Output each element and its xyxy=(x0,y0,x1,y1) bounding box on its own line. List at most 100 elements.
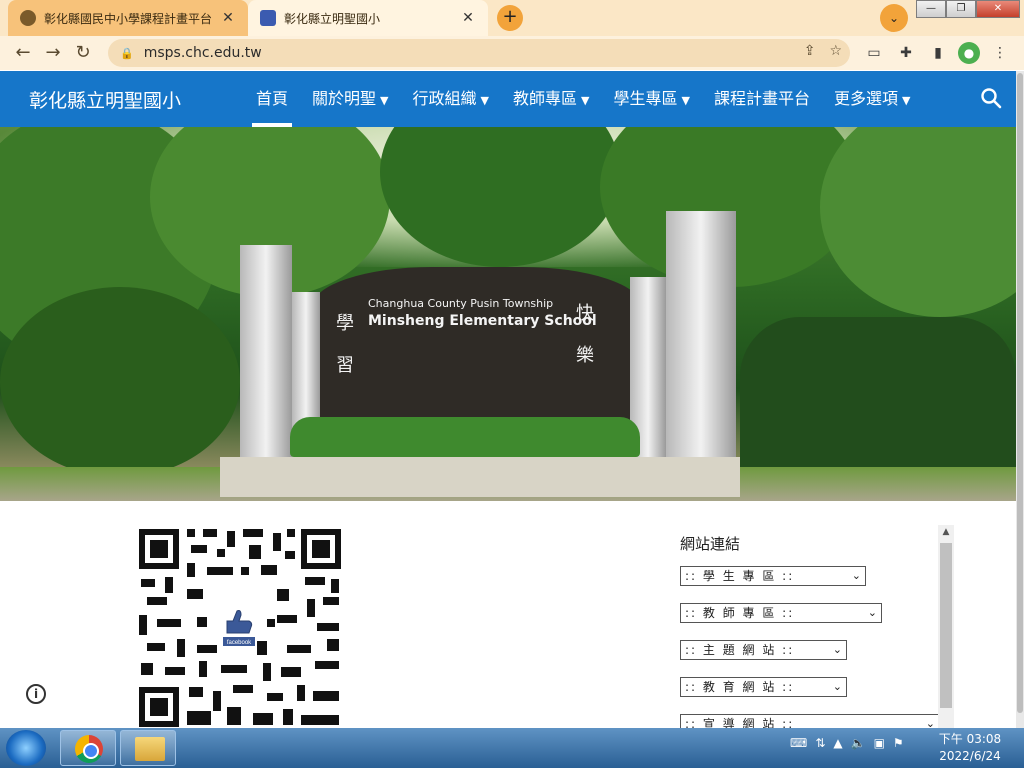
menu-label: 課程計畫平台 xyxy=(713,89,810,108)
display-icon[interactable]: ▣ xyxy=(874,736,885,750)
menu-kebab-icon[interactable]: ⋮ xyxy=(988,38,1012,68)
profile-avatar[interactable]: ● xyxy=(958,42,980,64)
window-controls: — ❐ ✕ xyxy=(916,0,1020,18)
scrollbar-thumb[interactable] xyxy=(940,543,952,708)
taskbar-explorer-button[interactable] xyxy=(120,730,176,766)
facebook-badge-text: facebook xyxy=(227,640,252,646)
hero-banner-image: Changhua County Pusin Township Minsheng … xyxy=(0,127,1016,501)
site-favicon-icon xyxy=(260,10,276,26)
hero-hedge xyxy=(290,417,640,457)
facebook-qr-code[interactable]: facebook xyxy=(137,527,343,728)
hero-hedge xyxy=(740,317,1016,467)
network-status-icon[interactable]: ⇅ xyxy=(815,736,825,750)
hero-tree xyxy=(820,127,1016,317)
chevron-down-icon: ▼ xyxy=(480,94,489,107)
chevron-down-icon: ▼ xyxy=(380,94,389,107)
select-value: :: 學 生 專 區 :: xyxy=(685,569,795,583)
tab-search-chevron-icon[interactable]: ⌄ xyxy=(880,4,908,32)
chevron-down-icon: ⌄ xyxy=(867,606,877,619)
menu-students[interactable]: 學生專區 ▼ xyxy=(601,71,701,127)
scroll-up-arrow-icon[interactable]: ▲ xyxy=(938,527,954,541)
site-title[interactable]: 彰化縣立明聖國小 xyxy=(29,86,181,113)
taskbar-clock[interactable]: 下午 03:08 2022/6/24 xyxy=(930,731,1010,765)
tab-course-platform[interactable]: 彰化縣國民中小學課程計畫平台 ✕ xyxy=(8,0,248,36)
back-arrow-icon[interactable]: ← xyxy=(8,38,38,68)
windows-start-icon[interactable] xyxy=(6,730,46,766)
windows-taskbar: ⌨ ⇅ ▲ 🔈 ▣ ⚑ 下午 03:08 2022/6/24 xyxy=(0,728,1024,768)
restore-icon[interactable]: ❐ xyxy=(946,0,976,18)
links-title: 網站連結 xyxy=(680,535,741,553)
minimize-icon[interactable]: — xyxy=(916,0,946,18)
system-tray: ⌨ ⇅ ▲ 🔈 ▣ ⚑ xyxy=(790,736,904,750)
sign-right-chars: 快 樂 xyxy=(576,303,594,366)
sign-base xyxy=(220,457,740,497)
website-links-panel: 網站連結 :: 學 生 專 區 :: ⌄ :: 教 師 專 區 :: ⌄ :: 主 … xyxy=(680,533,940,751)
keyboard-icon[interactable]: ⌨ xyxy=(790,736,807,750)
menu-label: 教師專區 xyxy=(512,89,577,108)
share-icon[interactable]: ⇪ xyxy=(804,43,816,59)
menu-label: 首頁 xyxy=(256,89,289,108)
chevron-down-icon: ▼ xyxy=(681,94,690,107)
menu-administration[interactable]: 行政組織 ▼ xyxy=(401,71,501,127)
sign-line-2: Minsheng Elementary School xyxy=(368,313,597,329)
tab-minsheng-school[interactable]: 彰化縣立明聖國小 ✕ xyxy=(248,0,488,36)
search-icon[interactable] xyxy=(980,87,1002,109)
info-icon[interactable]: i xyxy=(26,684,46,704)
select-value: :: 教 育 網 站 :: xyxy=(685,680,795,694)
select-value: :: 教 師 專 區 :: xyxy=(685,606,795,620)
site-navigation: 彰化縣立明聖國小 首頁 關於明聖 ▼ 行政組織 ▼ 教師專區 ▼ 學生專區 ▼ 課程計畫… xyxy=(0,71,1016,127)
folder-icon xyxy=(135,737,165,761)
browser-toolbar: ← → ↻ 🔒 msps.chc.edu.tw ⇪ ☆ ▭ ✚ ▮ ● ⋮ xyxy=(0,36,1024,70)
tab-close-icon[interactable]: ✕ xyxy=(460,10,476,26)
lock-icon: 🔒 xyxy=(120,46,134,60)
page-scrollbar-thumb[interactable] xyxy=(1017,73,1023,713)
menu-label: 行政組織 xyxy=(412,89,477,108)
close-window-icon[interactable]: ✕ xyxy=(976,0,1020,18)
hero-pillar xyxy=(240,245,292,460)
sign-line-1: Changhua County Pusin Township xyxy=(368,297,554,310)
sign-left-chars: 學 習 xyxy=(336,313,354,376)
forward-arrow-icon[interactable]: → xyxy=(38,38,68,68)
menu-label: 更多選項 xyxy=(833,89,898,108)
main-menu: 首頁 關於明聖 ▼ 行政組織 ▼ 教師專區 ▼ 學生專區 ▼ 課程計畫平台 更多選項 ▼ xyxy=(244,71,922,127)
select-education-sites[interactable]: :: 教 育 網 站 :: ⌄ xyxy=(680,677,847,697)
side-panel-icon[interactable]: ▮ xyxy=(926,38,950,68)
menu-more[interactable]: 更多選項 ▼ xyxy=(822,71,922,127)
browser-tab-strip: 彰化縣國民中小學課程計畫平台 ✕ 彰化縣立明聖國小 ✕ + ⌄ — ❐ ✕ xyxy=(0,0,1024,36)
flag-icon[interactable]: ⚑ xyxy=(893,736,904,750)
new-tab-button[interactable]: + xyxy=(497,5,523,31)
reload-icon[interactable]: ↻ xyxy=(68,38,98,68)
hero-pillar xyxy=(666,211,736,466)
extensions-puzzle-icon[interactable]: ✚ xyxy=(894,38,918,68)
clock-time: 下午 03:08 xyxy=(938,732,1002,746)
menu-home[interactable]: 首頁 xyxy=(244,71,300,127)
select-value: :: 主 題 網 站 :: xyxy=(685,643,795,657)
volume-icon[interactable]: 🔈 xyxy=(851,736,866,750)
taskbar-chrome-button[interactable] xyxy=(60,730,116,766)
chevron-down-icon: ⌄ xyxy=(832,680,842,693)
main-content: facebook 網站連結 :: 學 生 專 區 :: ⌄ :: 教 師 專 區 … xyxy=(0,501,1016,734)
menu-course-platform[interactable]: 課程計畫平台 xyxy=(702,71,822,127)
menu-label: 學生專區 xyxy=(613,89,678,108)
hero-tree xyxy=(0,287,240,477)
cast-icon[interactable]: ▭ xyxy=(862,38,886,68)
select-teacher-area[interactable]: :: 教 師 專 區 :: ⌄ xyxy=(680,603,882,623)
globe-icon xyxy=(20,10,36,26)
tab-close-icon[interactable]: ✕ xyxy=(220,10,236,26)
chevron-down-icon: ▼ xyxy=(901,94,911,107)
chrome-icon xyxy=(75,735,103,763)
tab-title: 彰化縣國民中小學課程計畫平台 xyxy=(44,11,213,26)
bookmark-star-icon[interactable]: ☆ xyxy=(829,43,842,59)
menu-about[interactable]: 關於明聖 ▼ xyxy=(300,71,400,127)
links-scrollbar[interactable]: ▲ xyxy=(938,525,954,728)
menu-label: 關於明聖 xyxy=(312,89,377,108)
menu-teachers[interactable]: 教師專區 ▼ xyxy=(501,71,601,127)
page-scrollbar[interactable] xyxy=(1016,71,1024,728)
chevron-down-icon: ▼ xyxy=(581,94,590,107)
address-bar[interactable]: 🔒 msps.chc.edu.tw ⇪ ☆ xyxy=(108,39,850,67)
tray-expand-icon[interactable]: ▲ xyxy=(833,736,842,750)
select-theme-sites[interactable]: :: 主 題 網 站 :: ⌄ xyxy=(680,640,847,660)
url-text: msps.chc.edu.tw xyxy=(143,45,262,61)
tab-title: 彰化縣立明聖國小 xyxy=(284,11,381,26)
select-student-area[interactable]: :: 學 生 專 區 :: ⌄ xyxy=(680,566,866,586)
